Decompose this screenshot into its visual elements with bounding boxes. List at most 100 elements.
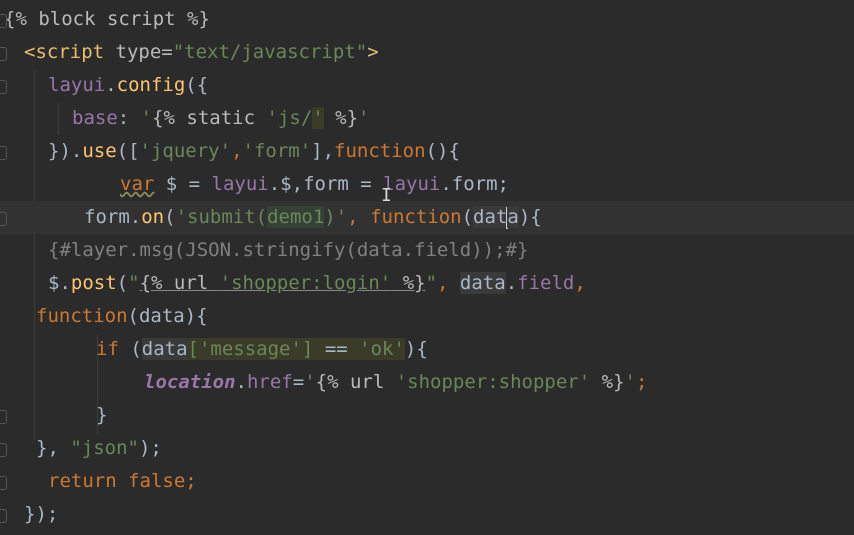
code-token: field <box>517 272 575 294</box>
code-token: 'shopper:shopper' <box>395 371 591 393</box>
code-token: function <box>334 140 426 162</box>
code-token: ([ <box>116 140 140 162</box>
code-token: config <box>116 74 186 96</box>
code-token: . <box>105 74 117 96</box>
code-token: %} <box>323 107 359 129</box>
code-token: a <box>507 206 519 228</box>
code-token: .$, <box>268 173 304 195</box>
code-token: layui <box>211 173 269 195</box>
code-token: ' <box>358 107 370 129</box>
code-token: 'shopper:login' <box>219 272 392 294</box>
code-token: function <box>370 206 462 228</box>
code-token: 'js/ <box>266 107 313 129</box>
code-token: , <box>574 272 586 294</box>
code-token: demo1 <box>267 206 325 228</box>
code-token: " <box>425 272 438 294</box>
code-token: .form; <box>440 173 509 195</box>
code-token: {% url <box>139 272 220 294</box>
code-token: ){ <box>518 206 542 228</box>
code-token: ); <box>138 437 162 459</box>
code-token: form <box>84 206 130 228</box>
code-token: }). <box>48 140 83 162</box>
code-token: } <box>96 404 108 426</box>
code-token: ' <box>624 371 636 393</box>
code-token: . <box>59 272 71 294</box>
code-token: , <box>437 272 460 294</box>
fold-marker-icon[interactable] <box>0 410 7 424</box>
code-token: if <box>96 338 119 360</box>
code-token: > <box>367 41 379 63</box>
code-token: . <box>129 206 142 228</box>
code-token: location <box>144 371 236 393</box>
code-token: %} <box>590 371 625 393</box>
code-token: function <box>36 305 128 327</box>
code-token: ( <box>118 338 142 360</box>
code-token: layui <box>48 74 106 96</box>
fold-marker-icon[interactable] <box>0 509 7 523</box>
code-token: {#layer.msg(JSON.stringify(data.field));… <box>48 239 529 261</box>
code-token: 'submit( <box>175 206 268 228</box>
code-token: ' <box>140 107 153 129</box>
code-token: href <box>246 371 293 393</box>
code-token: type= <box>104 41 173 63</box>
code-token: "json" <box>70 437 139 459</box>
code-token: ( <box>461 206 474 228</box>
code-token: on <box>141 206 165 228</box>
code-token: . <box>505 272 518 294</box>
code-token: ){ <box>404 338 428 360</box>
code-token: ; <box>185 470 197 492</box>
code-token: , <box>347 206 371 228</box>
code-token: ['message'] <box>187 338 314 360</box>
indent-guide <box>34 70 35 440</box>
code-token: (data){ <box>127 305 208 327</box>
fold-marker-icon[interactable] <box>0 146 7 160</box>
code-line[interactable]: form.on('submit(demo1)', function(data){ <box>0 201 854 234</box>
code-token: data <box>459 272 506 294</box>
code-token: ( <box>164 206 176 228</box>
code-token: }, <box>36 437 71 459</box>
code-token: {% static <box>152 107 267 129</box>
fold-marker-icon[interactable] <box>0 476 7 490</box>
code-token: base <box>72 107 118 129</box>
fold-marker-icon[interactable] <box>0 212 7 226</box>
code-token: form <box>303 173 349 195</box>
code-token: ({ <box>185 74 209 96</box>
code-token: . <box>235 371 247 393</box>
code-token: 'ok' <box>359 338 405 360</box>
indent-guide <box>58 103 59 135</box>
code-token: post <box>70 272 117 294</box>
code-token: " <box>128 272 140 294</box>
code-token: ' <box>304 371 316 393</box>
code-token: {% block script %} <box>4 8 210 30</box>
code-token: ], <box>311 140 335 162</box>
code-token: {% url <box>315 371 396 393</box>
code-token: (){ <box>425 140 460 162</box>
code-token: $ <box>48 272 60 294</box>
fold-marker-icon[interactable] <box>0 80 7 94</box>
code-token: : <box>117 107 141 129</box>
code-token: <script <box>24 41 105 63</box>
code-token: %} <box>391 272 426 294</box>
code-token: dat <box>473 206 508 228</box>
code-token: )' <box>324 206 348 228</box>
code-token: "text/javascript" <box>172 41 368 63</box>
code-token: data <box>141 338 188 360</box>
code-token: = <box>348 173 384 195</box>
code-token: var <box>120 173 155 195</box>
code-token: return false <box>48 470 186 492</box>
fold-marker-icon[interactable] <box>0 14 7 28</box>
code-token: }); <box>24 503 59 525</box>
code-token: 'jquery' <box>139 140 232 162</box>
code-token: = <box>292 371 305 393</box>
code-token: ' <box>312 107 324 129</box>
code-editor[interactable]: {% block script %} <script type="text/jav… <box>0 0 854 535</box>
fold-marker-icon[interactable] <box>0 47 7 61</box>
code-token: , <box>231 140 243 162</box>
text-cursor-icon: I <box>381 185 392 206</box>
fold-marker-icon[interactable] <box>0 443 7 457</box>
code-token: ; <box>635 371 648 393</box>
code-token: 'form' <box>242 140 312 162</box>
code-token: ( <box>116 272 129 294</box>
code-token: == <box>313 338 360 360</box>
code-token: $ = <box>154 173 212 195</box>
